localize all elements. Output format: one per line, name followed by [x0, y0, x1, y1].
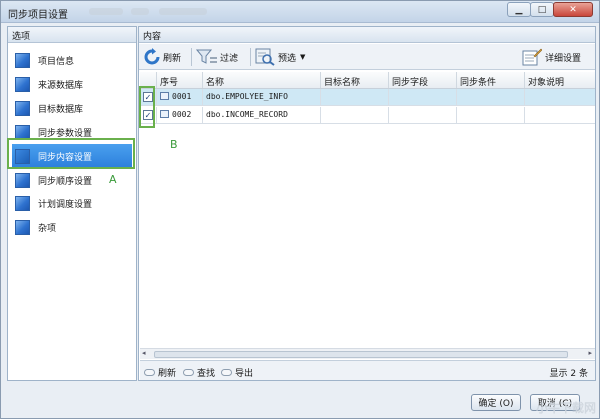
status-find-button[interactable]: 查找 — [183, 366, 215, 379]
filter-label: 过滤 — [220, 53, 239, 64]
record-count: 显示 2 条 — [549, 369, 588, 379]
chevron-down-icon: ▼ — [300, 53, 306, 61]
options-panel: 选项 项目信息 来源数据库 目标数据库 同步参数设置 同步内容设置 同步顺序设置… — [7, 26, 137, 381]
toolbar-divider — [191, 48, 192, 66]
window-controls: ▁ □ ✕ — [507, 2, 593, 17]
detail-settings-icon — [522, 48, 542, 66]
table-icon — [160, 110, 169, 118]
preview-label: 预选 — [278, 53, 297, 64]
nav-icon — [15, 172, 30, 188]
annotation-label-b: B — [170, 138, 178, 151]
row-condition[interactable] — [456, 89, 524, 105]
filter-button[interactable]: 过滤 — [196, 47, 238, 67]
ok-button[interactable]: 确定 (O) — [471, 394, 521, 411]
nav-item-project-info[interactable]: 项目信息 — [12, 49, 132, 71]
grid-header: 序号 名称 目标名称 同步字段 同步条件 对象说明 — [140, 72, 595, 89]
nav-item-label: 来源数据库 — [38, 80, 84, 91]
close-button[interactable]: ✕ — [553, 2, 593, 17]
row-index-cell: 0001 — [156, 89, 202, 105]
close-icon: ✕ — [569, 4, 577, 15]
nav-item-schedule[interactable]: 计划调度设置 — [12, 192, 132, 214]
row-desc[interactable] — [524, 89, 595, 105]
content-header: 内容 — [139, 27, 595, 43]
row-fields[interactable] — [388, 89, 456, 105]
nav-item-source-db[interactable]: 来源数据库 — [12, 73, 132, 95]
table-icon — [160, 92, 169, 100]
nav-item-label: 同步顺序设置 — [38, 176, 93, 187]
nav-icon — [15, 100, 30, 116]
nav-item-target-db[interactable]: 目标数据库 — [12, 97, 132, 119]
column-header-condition[interactable]: 同步条件 — [456, 72, 524, 88]
row-name: dbo.INCOME_RECORD — [202, 107, 320, 123]
nav-item-label: 目标数据库 — [38, 104, 84, 115]
title-bar: 同步项目设置 ▁ □ ✕ — [1, 1, 599, 23]
row-condition[interactable] — [456, 107, 524, 123]
refresh-button[interactable]: 刷新 — [143, 47, 181, 67]
content-toolbar: 刷新 过滤 预选 ▼ 详细设置 — [139, 44, 595, 70]
status-refresh-label: 刷新 — [158, 369, 177, 379]
maximize-icon: □ — [537, 4, 547, 15]
content-panel: 内容 刷新 过滤 预选 ▼ 详细设置 序号 名称 目标名称 同步字段 同步条件 … — [138, 26, 596, 381]
nav-item-label: 项目信息 — [38, 56, 75, 67]
annotation-label-a: A — [109, 173, 117, 186]
table-row[interactable]: ✓ 0002 dbo.INCOME_RECORD — [140, 107, 595, 124]
refresh-label: 刷新 — [163, 53, 182, 64]
row-desc[interactable] — [524, 107, 595, 123]
maximize-button[interactable]: □ — [530, 2, 554, 17]
blurred-title-text — [89, 8, 123, 15]
nav-item-label: 同步参数设置 — [38, 128, 93, 139]
column-header-name[interactable]: 名称 — [202, 72, 320, 88]
minimize-icon: ▁ — [515, 4, 523, 15]
row-index: 0002 — [172, 110, 192, 119]
column-header-fields[interactable]: 同步字段 — [388, 72, 456, 88]
find-icon — [183, 369, 194, 376]
horizontal-scrollbar[interactable]: ◂ ▸ — [140, 348, 595, 359]
nav-icon — [15, 195, 30, 211]
refresh-small-icon — [144, 369, 155, 376]
window-title: 同步项目设置 — [8, 10, 68, 21]
scrollbar-thumb[interactable] — [154, 351, 568, 358]
export-icon — [221, 369, 232, 376]
status-bar: 刷新 查找 导出 显示 2 条 — [140, 360, 595, 380]
status-export-button[interactable]: 导出 — [221, 366, 253, 379]
preview-icon — [255, 48, 275, 66]
status-refresh-button[interactable]: 刷新 — [144, 366, 176, 379]
row-index-cell: 0002 — [156, 107, 202, 123]
detail-settings-button[interactable]: 详细设置 — [522, 47, 581, 67]
nav-icon — [15, 52, 30, 68]
preview-button[interactable]: 预选 ▼ — [255, 47, 305, 67]
filter-icon — [196, 49, 217, 64]
row-fields[interactable] — [388, 107, 456, 123]
blurred-title-text — [131, 8, 149, 15]
content-grid: 序号 名称 目标名称 同步字段 同步条件 对象说明 ✓ 0001 dbo.EMP… — [139, 72, 595, 348]
nav-item-label: 杂项 — [38, 223, 57, 234]
column-header-desc[interactable]: 对象说明 — [524, 72, 595, 88]
minimize-button[interactable]: ▁ — [507, 2, 531, 17]
nav-item-misc[interactable]: 杂项 — [12, 216, 132, 238]
detail-settings-label: 详细设置 — [545, 53, 582, 64]
column-header-target[interactable]: 目标名称 — [320, 72, 388, 88]
blurred-title-text — [159, 8, 207, 15]
scroll-right-icon[interactable]: ▸ — [588, 349, 592, 357]
column-header-index[interactable]: 序号 — [156, 72, 202, 88]
dialog-window: 同步项目设置 ▁ □ ✕ 选项 项目信息 来源数据库 目标数据库 同步参数设置 — [0, 0, 600, 419]
status-export-label: 导出 — [235, 369, 254, 379]
nav-icon — [15, 76, 30, 92]
nav-icon — [15, 219, 30, 235]
row-target[interactable] — [320, 89, 388, 105]
table-row[interactable]: ✓ 0001 dbo.EMPOLYEE_INFO — [140, 89, 595, 106]
row-target[interactable] — [320, 107, 388, 123]
scroll-left-icon[interactable]: ◂ — [142, 349, 146, 357]
row-name: dbo.EMPOLYEE_INFO — [202, 89, 320, 105]
toolbar-divider — [250, 48, 251, 66]
row-index: 0001 — [172, 92, 192, 101]
options-header: 选项 — [8, 27, 136, 43]
refresh-icon — [144, 48, 160, 65]
annotation-box-a — [7, 138, 135, 169]
watermark-logo: 小牛下载网 — [535, 401, 596, 415]
nav-item-label: 计划调度设置 — [38, 199, 93, 210]
annotation-box-b — [139, 86, 155, 128]
status-find-label: 查找 — [197, 369, 216, 379]
